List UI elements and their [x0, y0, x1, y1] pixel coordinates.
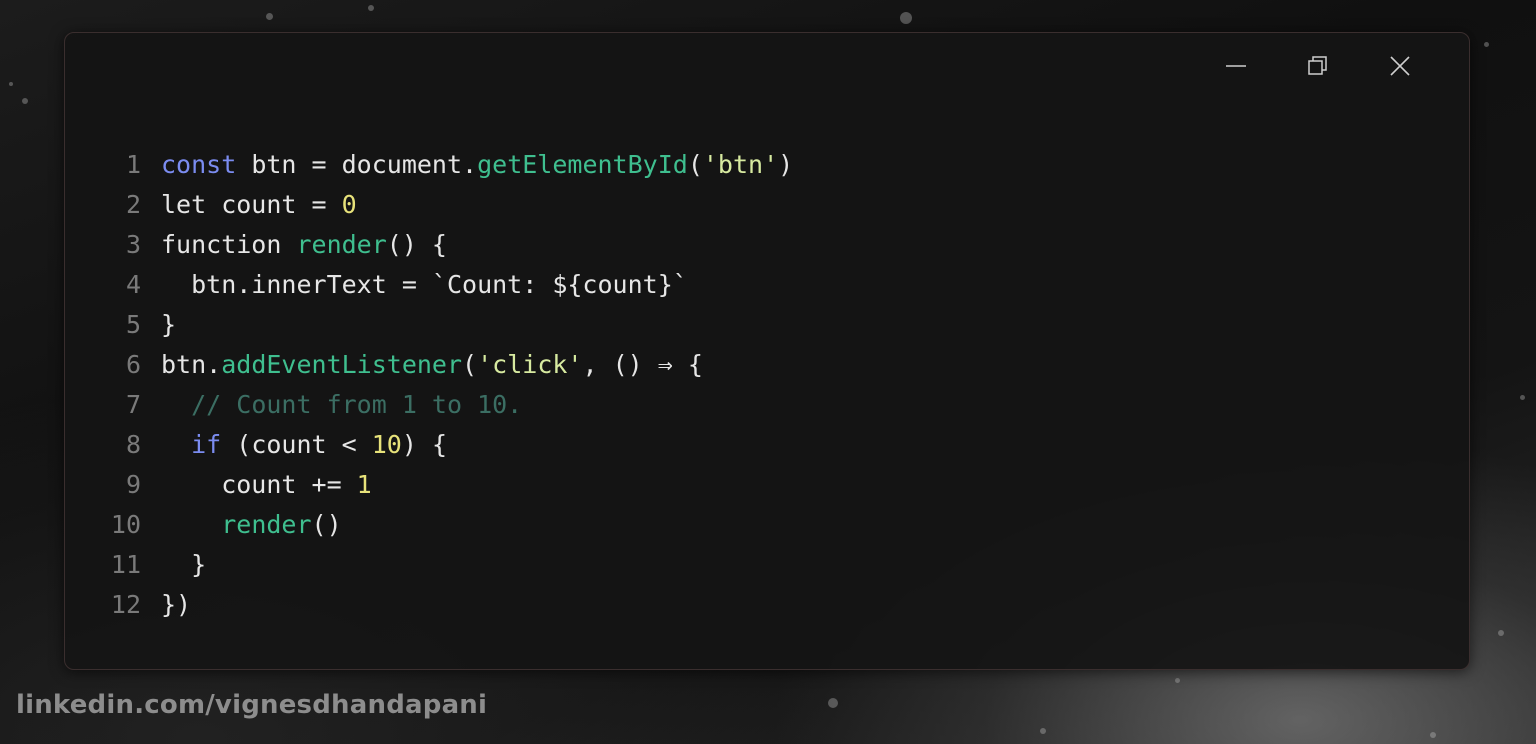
code-number: 0 [341, 190, 357, 219]
bokeh-dot [22, 98, 28, 104]
code-keyword: if [191, 430, 222, 459]
line-number: 9 [125, 470, 141, 499]
line-number: 7 [125, 390, 141, 419]
bokeh-dot [1430, 732, 1436, 738]
code-content: count += 1 [161, 465, 372, 505]
code-text: ( [687, 150, 703, 179]
line-number: 4 [125, 270, 141, 299]
line-number: 5 [125, 310, 141, 339]
code-block: 1 const btn = document.getElementById('bt… [107, 145, 793, 625]
line-number: 3 [125, 230, 141, 259]
code-text: ) [778, 150, 794, 179]
code-line: 1 const btn = document.getElementById('bt… [107, 145, 793, 185]
code-content: let count = 0 [161, 185, 357, 225]
watermark-link[interactable]: linkedin.com/vignesdhandapani [16, 690, 487, 720]
code-text: }) [161, 590, 192, 619]
code-text: count += [161, 470, 357, 499]
code-text: let count = [161, 190, 342, 219]
line-number: 1 [125, 150, 141, 179]
bokeh-dot [9, 82, 13, 86]
close-button[interactable] [1359, 51, 1441, 81]
code-text: btn = document. [236, 150, 478, 179]
bokeh-dot [900, 12, 912, 24]
code-window: 1 const btn = document.getElementById('bt… [64, 32, 1470, 670]
code-content: btn.addEventListener('click', () ⇒ { [161, 345, 703, 385]
code-string: 'click' [477, 350, 583, 379]
code-line: 5} [107, 305, 793, 345]
code-text: btn.innerText = `Count: ${count}` [161, 270, 688, 299]
code-content: } [161, 305, 176, 345]
line-number: 8 [125, 430, 141, 459]
code-content: render() [161, 505, 342, 545]
bokeh-dot [1498, 630, 1504, 636]
line-number: 11 [110, 550, 141, 579]
code-line: 10 render() [107, 505, 793, 545]
restore-icon [1307, 55, 1329, 77]
line-number: 10 [110, 510, 141, 539]
code-text: , () ⇒ { [582, 350, 703, 379]
code-text: } [161, 550, 207, 579]
code-text: ( [462, 350, 478, 379]
code-text: () [311, 510, 342, 539]
line-number: 2 [125, 190, 141, 219]
code-function: getElementById [477, 150, 688, 179]
code-line: 7 // Count from 1 to 10. [107, 385, 793, 425]
code-line: 11 } [107, 545, 793, 585]
code-text: () { [386, 230, 447, 259]
minimize-icon [1225, 55, 1247, 77]
code-content: btn.innerText = `Count: ${count}` [161, 265, 688, 305]
code-content: } [161, 545, 206, 585]
code-number: 1 [356, 470, 372, 499]
bokeh-dot [1520, 395, 1525, 400]
code-content: if (count < 10) { [161, 425, 447, 465]
code-number: 10 [371, 430, 402, 459]
code-text: btn. [161, 350, 222, 379]
code-line: 2 let count = 0 [107, 185, 793, 225]
code-line: 12}) [107, 585, 793, 625]
code-content: function render() { [161, 225, 447, 265]
bokeh-dot [828, 698, 838, 708]
code-content: }) [161, 585, 191, 625]
bokeh-dot [1175, 678, 1180, 683]
line-number: 12 [110, 590, 141, 619]
code-text: (count < [221, 430, 372, 459]
code-content: const btn = document.getElementById('btn… [161, 145, 793, 185]
code-line: 8 if (count < 10) { [107, 425, 793, 465]
code-line: 4 btn.innerText = `Count: ${count}` [107, 265, 793, 305]
line-number: 6 [125, 350, 141, 379]
code-function: addEventListener [221, 350, 463, 379]
window-controls [1195, 51, 1441, 81]
bokeh-dot [368, 5, 374, 11]
bokeh-dot [1484, 42, 1489, 47]
code-line: 6 btn.addEventListener('click', () ⇒ { [107, 345, 793, 385]
code-text: ) { [401, 430, 447, 459]
code-function: render [221, 510, 312, 539]
bokeh-dot [1040, 728, 1046, 734]
code-text: } [161, 310, 177, 339]
bokeh-dot [266, 13, 273, 20]
code-comment: // Count from 1 to 10. [191, 390, 523, 419]
close-icon [1389, 55, 1411, 77]
code-line: 3 function render() { [107, 225, 793, 265]
code-keyword: const [161, 150, 237, 179]
code-string: 'btn' [702, 150, 779, 179]
code-text: function [161, 230, 297, 259]
code-line: 9 count += 1 [107, 465, 793, 505]
code-content: // Count from 1 to 10. [161, 385, 522, 425]
restore-button[interactable] [1277, 51, 1359, 81]
code-function: render [296, 230, 387, 259]
minimize-button[interactable] [1195, 51, 1277, 81]
